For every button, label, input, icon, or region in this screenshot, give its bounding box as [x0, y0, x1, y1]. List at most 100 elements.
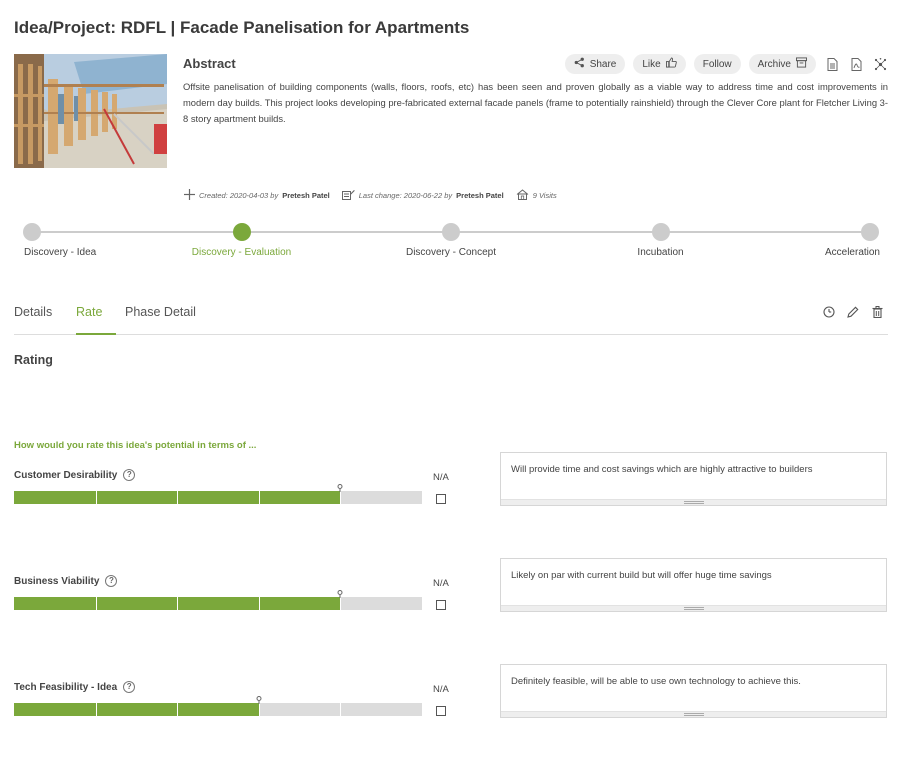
rating-slider-tick — [177, 491, 179, 504]
rating-comment-textarea[interactable]: Definitely feasible, will be able to use… — [500, 664, 887, 718]
document-icon[interactable] — [824, 55, 840, 73]
rating-comment-textarea[interactable]: Likely on par with current build but wil… — [500, 558, 887, 612]
tab-tools — [822, 305, 884, 319]
archive-button[interactable]: Archive — [748, 54, 816, 74]
plus-icon — [184, 189, 195, 202]
follow-label: Follow — [702, 58, 732, 70]
rating-comment-textarea[interactable]: Will provide time and cost savings which… — [500, 452, 887, 506]
phase-step-label[interactable]: Discovery - Evaluation — [192, 247, 291, 258]
network-icon[interactable] — [872, 55, 888, 73]
tab-rate[interactable]: Rate — [76, 305, 102, 319]
na-label: N/A — [433, 684, 449, 695]
tab-phase-detail[interactable]: Phase Detail — [125, 305, 196, 319]
thumbs-up-icon — [665, 57, 677, 71]
project-thumbnail — [14, 54, 167, 168]
visits-count: 9 Visits — [532, 191, 557, 200]
criterion-label-text: Business Viability — [14, 575, 100, 587]
rating-slider-tick — [95, 597, 97, 610]
rating-slider-tick — [95, 491, 97, 504]
textarea-resize-bar[interactable] — [501, 499, 886, 505]
rating-slider[interactable] — [14, 590, 422, 610]
share-label: Share — [589, 58, 617, 70]
rating-comment-text: Will provide time and cost savings which… — [511, 464, 813, 475]
textarea-resize-bar[interactable] — [501, 711, 886, 717]
question-circle-icon[interactable]: ? — [123, 469, 136, 481]
rating-slider-handle[interactable] — [256, 696, 262, 704]
na-label: N/A — [433, 578, 449, 589]
rating-slider[interactable] — [14, 696, 422, 716]
created-label: Created: 2020-04-03 by — [199, 191, 279, 200]
criterion-label: Tech Feasibility - Idea? — [14, 681, 136, 693]
criterion-label-text: Tech Feasibility - Idea — [14, 681, 118, 693]
textarea-resize-bar[interactable] — [501, 605, 886, 611]
rating-comment-text: Likely on par with current build but wil… — [511, 570, 772, 581]
phase-step-dot[interactable] — [651, 223, 670, 241]
follow-button[interactable]: Follow — [693, 54, 741, 74]
na-checkbox[interactable] — [436, 600, 446, 610]
phase-step-label[interactable]: Discovery - Concept — [406, 247, 496, 258]
rating-criterion: Customer Desirability? N/A Will provide ti… — [14, 452, 888, 539]
archive-label: Archive — [757, 58, 791, 70]
phase-step-dot[interactable] — [232, 223, 251, 241]
na-checkbox[interactable] — [436, 494, 446, 504]
house-icon — [516, 189, 529, 202]
page-title: Idea/Project: RDFL | Facade Panelisation… — [14, 18, 470, 37]
rating-slider-tick — [258, 703, 260, 716]
created-info: Created: 2020-04-03 by Pretesh Patel — [184, 189, 330, 202]
action-toolbar: Share Like Follow Archive — [564, 54, 888, 74]
rating-slider-tick — [340, 703, 342, 716]
clock-icon[interactable] — [822, 305, 836, 319]
abstract-heading: Abstract — [183, 56, 236, 71]
rating-slider-fill — [14, 703, 259, 716]
pencil-icon[interactable] — [846, 305, 860, 319]
rating-question: How would you rate this idea's potential… — [14, 440, 257, 451]
rating-section-title: Rating — [14, 353, 53, 367]
like-button[interactable]: Like — [633, 54, 686, 74]
archive-box-icon — [796, 57, 807, 71]
phase-step-dot[interactable] — [861, 223, 879, 241]
rating-slider-tick — [177, 597, 179, 610]
question-circle-icon[interactable]: ? — [105, 575, 118, 587]
rating-slider-tick — [340, 491, 342, 504]
edit-document-icon — [341, 189, 355, 202]
criterion-label-text: Customer Desirability — [14, 469, 118, 481]
phase-step-label[interactable]: Acceleration — [825, 247, 880, 258]
resize-grip-icon — [683, 607, 704, 610]
share-icon — [574, 57, 585, 71]
share-button[interactable]: Share — [564, 54, 626, 74]
active-tab-underline — [76, 333, 116, 335]
changed-by: Pretesh Patel — [456, 191, 504, 200]
phase-step-label[interactable]: Discovery - Idea — [24, 247, 96, 258]
project-meta: Created: 2020-04-03 by Pretesh Patel Las… — [184, 189, 569, 202]
phase-stepper: Discovery - Idea Discovery - Evaluation Di… — [14, 222, 888, 262]
phase-step-dot[interactable] — [23, 223, 41, 241]
construction-photo — [14, 54, 167, 168]
abstract-text: Offsite panelisation of building compone… — [183, 81, 888, 124]
rating-slider-handle[interactable] — [337, 590, 343, 598]
rating-slider[interactable] — [14, 484, 422, 504]
na-checkbox[interactable] — [436, 706, 446, 716]
rating-slider-tick — [340, 597, 342, 610]
rating-criterion: Business Viability? N/A Likely on par with… — [14, 558, 888, 645]
tab-details[interactable]: Details — [14, 305, 52, 319]
rating-slider-tick — [258, 597, 260, 610]
created-by: Pretesh Patel — [282, 191, 330, 200]
rating-slider-tick — [177, 703, 179, 716]
phase-step-dot[interactable] — [442, 223, 460, 241]
trash-icon[interactable] — [870, 305, 884, 319]
rating-slider-handle[interactable] — [337, 484, 343, 492]
tab-bar: Details Rate Phase Detail — [14, 305, 888, 335]
like-label: Like — [642, 58, 661, 70]
rating-slider-tick — [95, 703, 97, 716]
phase-step-label[interactable]: Incubation — [637, 247, 683, 258]
pdf-icon[interactable] — [848, 55, 864, 73]
criterion-label: Business Viability? — [14, 575, 118, 587]
rating-comment-text: Definitely feasible, will be able to use… — [511, 676, 801, 687]
question-circle-icon[interactable]: ? — [123, 681, 136, 693]
visits-info: 9 Visits — [516, 189, 557, 202]
changed-label: Last change: 2020-06-22 by — [358, 191, 453, 200]
rating-criterion: Tech Feasibility - Idea? N/A Definitely fe… — [14, 664, 888, 751]
changed-info: Last change: 2020-06-22 by Pretesh Patel — [341, 189, 504, 202]
criterion-label: Customer Desirability? — [14, 469, 136, 481]
resize-grip-icon — [683, 713, 704, 716]
